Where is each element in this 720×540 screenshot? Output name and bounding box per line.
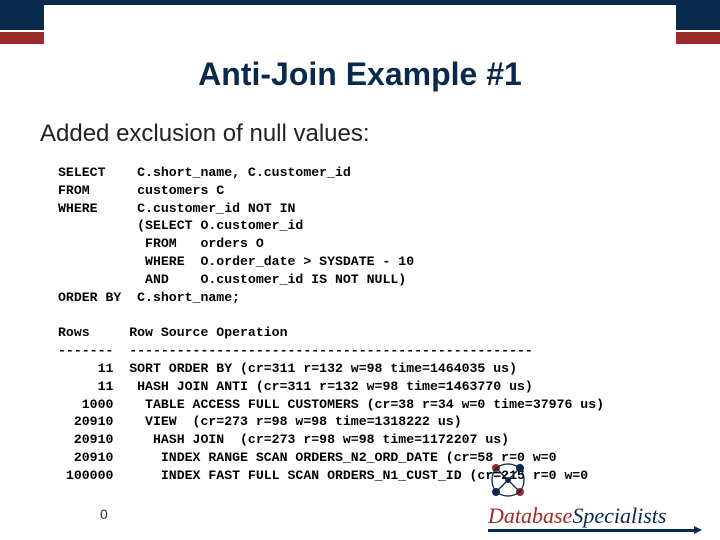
plan-row: 11 HASH JOIN ANTI (cr=311 r=132 w=98 tim… — [58, 379, 533, 394]
plan-row: 11 SORT ORDER BY (cr=311 r=132 w=98 time… — [58, 361, 517, 376]
plan-row: 20910 VIEW (cr=273 r=98 w=98 time=131822… — [58, 414, 462, 429]
header-inset — [44, 5, 676, 47]
logo: DatabaseSpecialists — [488, 506, 698, 532]
plan-row: 1000 TABLE ACCESS FULL CUSTOMERS (cr=38 … — [58, 397, 604, 412]
logo-text: DatabaseSpecialists — [488, 506, 698, 532]
plan-row: 20910 HASH JOIN (cr=273 r=98 w=98 time=1… — [58, 432, 509, 447]
page-title: Anti-Join Example #1 — [0, 56, 720, 93]
page-subtitle: Added exclusion of null values: — [40, 120, 370, 148]
slide: Anti-Join Example #1 Added exclusion of … — [0, 0, 720, 540]
page-number: 0 — [100, 506, 108, 522]
header-bar — [0, 0, 720, 44]
logo-word-1: Database — [488, 503, 572, 528]
code-block: SELECT C.short_name, C.customer_id FROM … — [58, 164, 690, 485]
plan-row: 20910 INDEX RANGE SCAN ORDERS_N2_ORD_DAT… — [58, 450, 557, 465]
logo-word-2: Specialists — [572, 503, 666, 528]
logo-underline-icon — [488, 529, 698, 532]
plan-header: Rows Row Source Operation ------- ------… — [58, 325, 533, 358]
sql-query: SELECT C.short_name, C.customer_id FROM … — [58, 165, 414, 305]
logo-mark-icon — [486, 458, 530, 502]
